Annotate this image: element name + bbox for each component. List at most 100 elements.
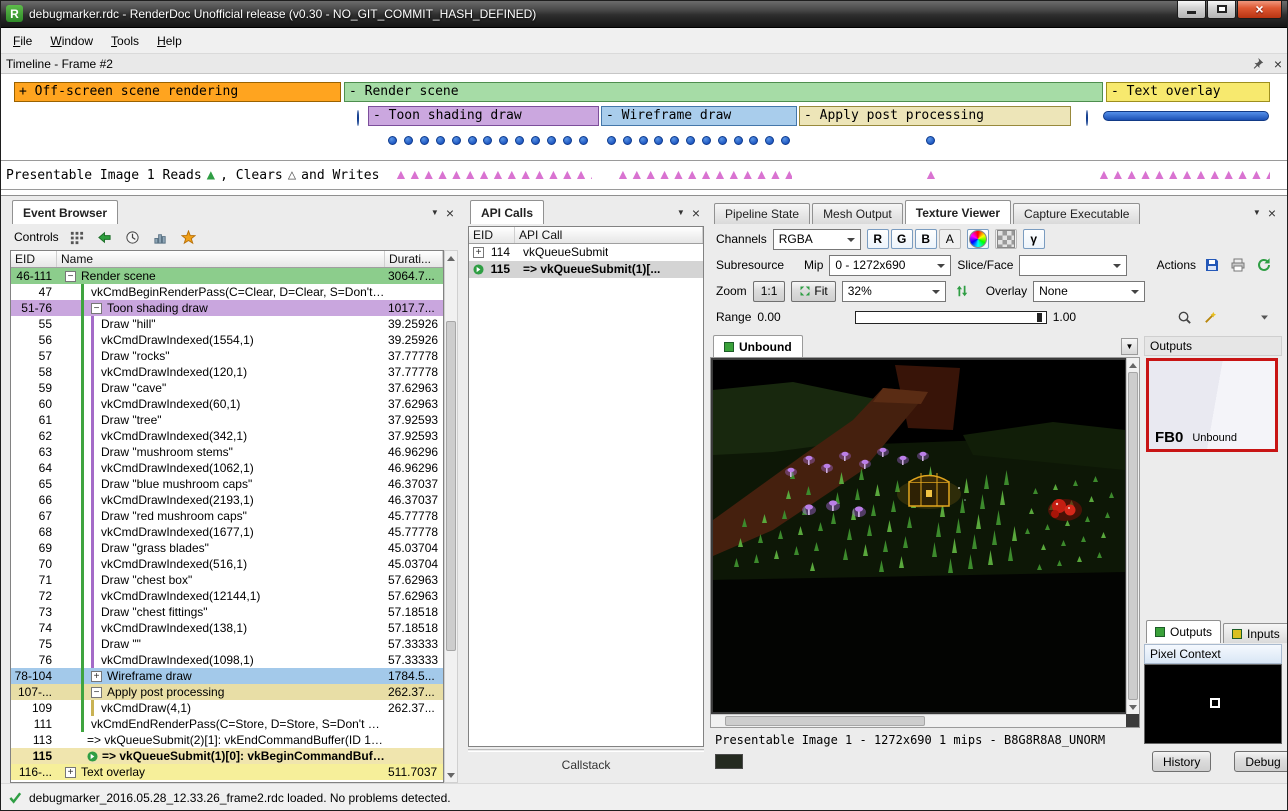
event-row-76[interactable]: 76vkCmdDrawIndexed(1098,1)57.33333 bbox=[11, 652, 443, 668]
event-row-78-104[interactable]: 78-104+Wireframe draw1784.5... bbox=[11, 668, 443, 684]
mip-dropdown[interactable]: 0 - 1272x690 bbox=[829, 255, 951, 276]
zoom-dropdown[interactable]: 32% bbox=[842, 281, 946, 302]
timeline-bar-toon-shading-draw[interactable]: - Toon shading draw bbox=[368, 106, 599, 126]
panel-close-icon[interactable]: × bbox=[692, 206, 700, 220]
tab-texture-viewer[interactable]: Texture Viewer bbox=[905, 200, 1011, 224]
column-header-eid[interactable]: EID bbox=[469, 227, 515, 243]
expand-box[interactable]: − bbox=[91, 687, 102, 698]
texture-image[interactable] bbox=[713, 360, 1125, 712]
range-slider-thumb[interactable] bbox=[1037, 313, 1042, 322]
timeline-dot-group[interactable] bbox=[607, 136, 790, 145]
event-row-115[interactable]: 115=> vkQueueSubmit(1)[0]: vkBeginComman… bbox=[11, 748, 443, 764]
usage-triangle-group[interactable]: ▲▲▲▲▲▲▲▲▲▲▲▲▲ bbox=[1097, 167, 1270, 181]
event-row-55[interactable]: 55Draw "hill"39.25926 bbox=[11, 316, 443, 332]
event-row-63[interactable]: 63Draw "mushroom stems"46.96296 bbox=[11, 444, 443, 460]
column-header-name[interactable]: Name bbox=[57, 251, 385, 267]
event-row-68[interactable]: 68vkCmdDrawIndexed(1677,1)45.77778 bbox=[11, 524, 443, 540]
channels-dropdown[interactable]: RGBA bbox=[773, 229, 861, 250]
timeline-bar-apply-post-processing[interactable]: - Apply post processing bbox=[799, 106, 1071, 126]
timeline-bar-render-scene[interactable]: - Render scene bbox=[344, 82, 1103, 102]
channel-g-button[interactable]: G bbox=[891, 229, 913, 249]
minimize-button[interactable] bbox=[1177, 0, 1206, 19]
event-row-69[interactable]: 69Draw "grass blades"45.03704 bbox=[11, 540, 443, 556]
statistics-button[interactable] bbox=[151, 227, 171, 247]
timeline-bar-text-overlay[interactable]: - Text overlay bbox=[1106, 82, 1270, 102]
texture-horizontal-scrollbar[interactable] bbox=[711, 714, 1126, 727]
menu-item-file[interactable]: File bbox=[4, 30, 41, 52]
column-header-api-call[interactable]: API Call bbox=[515, 227, 703, 243]
usage-triangle-group[interactable]: ▲ bbox=[924, 167, 938, 181]
filter-button[interactable] bbox=[67, 227, 87, 247]
tab-capture-executable[interactable]: Capture Executable bbox=[1013, 203, 1140, 224]
scroll-down-icon[interactable] bbox=[445, 769, 457, 782]
menu-item-window[interactable]: Window bbox=[41, 30, 102, 52]
event-row-116-...[interactable]: 116-...+Text overlay511.7037 bbox=[11, 764, 443, 780]
texture-viewport[interactable] bbox=[710, 358, 1140, 728]
event-row-60[interactable]: 60vkCmdDrawIndexed(60,1)37.62963 bbox=[11, 396, 443, 412]
event-row-107-...[interactable]: 107-...−Apply post processing262.37... bbox=[11, 684, 443, 700]
expand-box[interactable]: − bbox=[65, 271, 76, 282]
tab-outputs[interactable]: Outputs bbox=[1146, 620, 1221, 643]
event-row-58[interactable]: 58vkCmdDrawIndexed(120,1)37.77778 bbox=[11, 364, 443, 380]
timeline-dot[interactable] bbox=[357, 111, 359, 125]
tab-mesh-output[interactable]: Mesh Output bbox=[812, 203, 903, 224]
time-durations-button[interactable] bbox=[123, 227, 143, 247]
color-wheel-button[interactable] bbox=[967, 229, 989, 249]
event-row-57[interactable]: 57Draw "rocks"37.77778 bbox=[11, 348, 443, 364]
timeline-bar-off-screen-scene-rendering[interactable]: + Off-screen scene rendering bbox=[14, 82, 341, 102]
event-row-65[interactable]: 65Draw "blue mushroom caps"46.37037 bbox=[11, 476, 443, 492]
event-row-75[interactable]: 75Draw ""57.33333 bbox=[11, 636, 443, 652]
expand-box[interactable]: − bbox=[91, 303, 102, 314]
event-row-113[interactable]: 113=> vkQueueSubmit(2)[1]: vkEndCommandB… bbox=[11, 732, 443, 748]
tab-pipeline-state[interactable]: Pipeline State bbox=[714, 203, 810, 224]
scroll-up-icon[interactable] bbox=[1127, 358, 1139, 371]
goto-eid-button[interactable] bbox=[95, 227, 115, 247]
tab-inputs[interactable]: Inputs bbox=[1223, 623, 1288, 643]
api-row-115[interactable]: 115=> vkQueueSubmit(1)[... bbox=[469, 261, 703, 278]
timeline-dot[interactable] bbox=[1086, 111, 1088, 125]
expand-box[interactable]: + bbox=[65, 767, 76, 778]
timeline-gpu-pill[interactable] bbox=[1103, 111, 1269, 121]
menu-item-tools[interactable]: Tools bbox=[102, 30, 148, 52]
tab-event-browser[interactable]: Event Browser bbox=[12, 200, 118, 224]
event-row-72[interactable]: 72vkCmdDrawIndexed(12144,1)57.62963 bbox=[11, 588, 443, 604]
overlay-dropdown[interactable]: None bbox=[1033, 281, 1145, 302]
column-header-duration[interactable]: Durati... bbox=[385, 251, 443, 267]
event-row-70[interactable]: 70vkCmdDrawIndexed(516,1)45.03704 bbox=[11, 556, 443, 572]
event-browser-scrollbar[interactable] bbox=[444, 250, 458, 783]
event-row-64[interactable]: 64vkCmdDrawIndexed(1062,1)46.96296 bbox=[11, 460, 443, 476]
event-row-109[interactable]: 109vkCmdDraw(4,1)262.37... bbox=[11, 700, 443, 716]
scrollbar-thumb[interactable] bbox=[446, 321, 456, 651]
expand-box[interactable]: + bbox=[91, 671, 102, 682]
bookmark-button[interactable] bbox=[179, 227, 199, 247]
event-row-67[interactable]: 67Draw "red mushroom caps"45.77778 bbox=[11, 508, 443, 524]
pixel-context-view[interactable] bbox=[1144, 664, 1282, 744]
scroll-down-icon[interactable] bbox=[1127, 701, 1139, 714]
fb0-thumbnail[interactable]: FB0 Unbound bbox=[1146, 358, 1278, 452]
timeline-dot-group[interactable] bbox=[926, 136, 935, 145]
timeline-bar-wireframe-draw[interactable]: - Wireframe draw bbox=[601, 106, 797, 126]
fit-button[interactable]: Fit bbox=[791, 281, 835, 302]
history-button[interactable]: History bbox=[1152, 751, 1211, 772]
channel-r-button[interactable]: R bbox=[867, 229, 889, 249]
timeline-dot-group[interactable] bbox=[388, 136, 588, 145]
close-button[interactable]: × bbox=[1237, 0, 1282, 19]
api-row-114[interactable]: +114vkQueueSubmit bbox=[469, 244, 703, 261]
tab-api-calls[interactable]: API Calls bbox=[470, 200, 544, 224]
timeline-close-icon[interactable]: × bbox=[1274, 57, 1282, 71]
gamma-button[interactable]: γ bbox=[1023, 229, 1045, 249]
alpha-background-button[interactable] bbox=[995, 229, 1017, 249]
event-row-61[interactable]: 61Draw "tree"37.92593 bbox=[11, 412, 443, 428]
event-row-73[interactable]: 73Draw "chest fittings"57.18518 bbox=[11, 604, 443, 620]
expand-box[interactable]: + bbox=[473, 247, 484, 258]
column-header-eid[interactable]: EID bbox=[11, 251, 57, 267]
panel-menu-icon[interactable]: ▼ bbox=[431, 209, 439, 217]
debug-button[interactable]: Debug bbox=[1234, 751, 1288, 772]
event-row-62[interactable]: 62vkCmdDrawIndexed(342,1)37.92593 bbox=[11, 428, 443, 444]
event-row-56[interactable]: 56vkCmdDrawIndexed(1554,1)39.25926 bbox=[11, 332, 443, 348]
scrollbar-thumb[interactable] bbox=[725, 716, 925, 726]
maximize-button[interactable] bbox=[1207, 0, 1236, 19]
texture-vertical-scrollbar[interactable] bbox=[1126, 358, 1139, 714]
flip-y-button[interactable] bbox=[952, 281, 972, 301]
event-row-71[interactable]: 71Draw "chest box"57.62963 bbox=[11, 572, 443, 588]
